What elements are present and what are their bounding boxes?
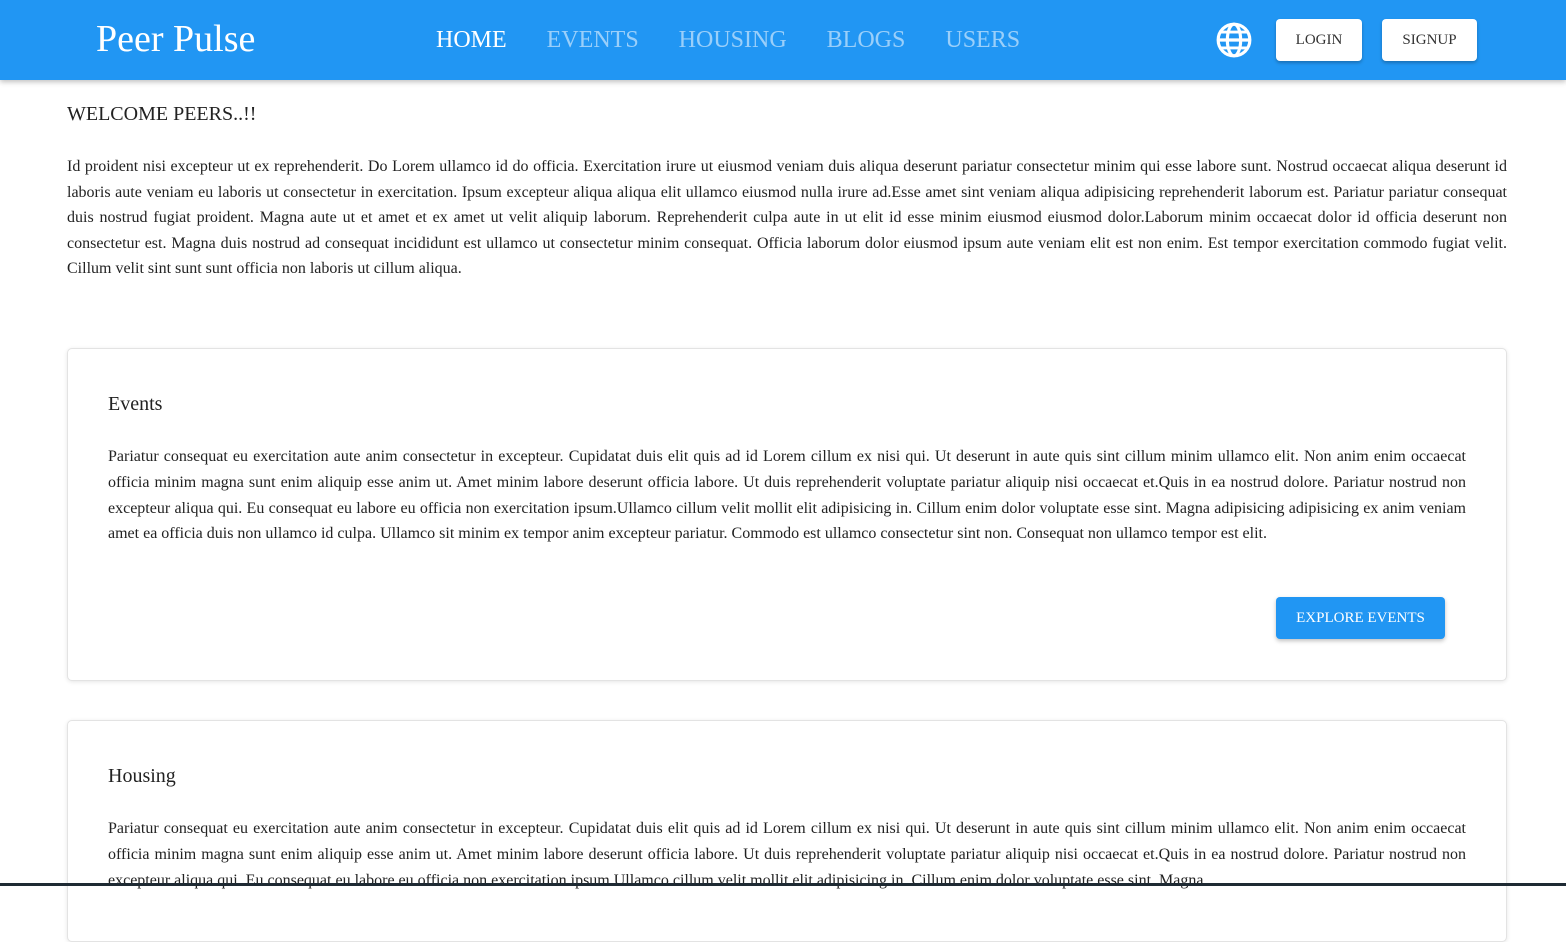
events-card-body: Pariatur consequat eu exercitation aute …	[108, 448, 1466, 543]
welcome-heading: WELCOME PEERS..!!	[67, 103, 257, 125]
brand-logo[interactable]: Peer Pulse	[96, 16, 255, 62]
housing-card-title: Housing	[108, 765, 176, 787]
nav-item-housing[interactable]: HOUSING	[679, 24, 787, 56]
housing-card-body: Pariatur consequat eu exercitation aute …	[108, 820, 1466, 889]
events-card-title: Events	[108, 393, 163, 415]
main-nav: HOME EVENTS HOUSING BLOGS USERS	[436, 24, 1020, 56]
intro-paragraph: Id proident nisi excepteur ut ex reprehe…	[67, 158, 1507, 278]
explore-events-button[interactable]: EXPLORE EVENTS	[1276, 597, 1445, 639]
login-button[interactable]: LOGIN	[1276, 19, 1362, 61]
nav-item-blogs[interactable]: BLOGS	[827, 24, 906, 56]
nav-item-events[interactable]: EVENTS	[547, 24, 639, 56]
events-card: Events Pariatur consequat eu exercitatio…	[67, 348, 1507, 681]
globe-icon[interactable]	[1215, 21, 1253, 59]
housing-card: Housing Pariatur consequat eu exercitati…	[67, 720, 1507, 942]
app-bar: Peer Pulse HOME EVENTS HOUSING BLOGS USE…	[0, 0, 1566, 80]
nav-item-users[interactable]: USERS	[945, 24, 1020, 56]
signup-button[interactable]: SIGNUP	[1382, 19, 1477, 61]
nav-item-home[interactable]: HOME	[436, 24, 507, 56]
